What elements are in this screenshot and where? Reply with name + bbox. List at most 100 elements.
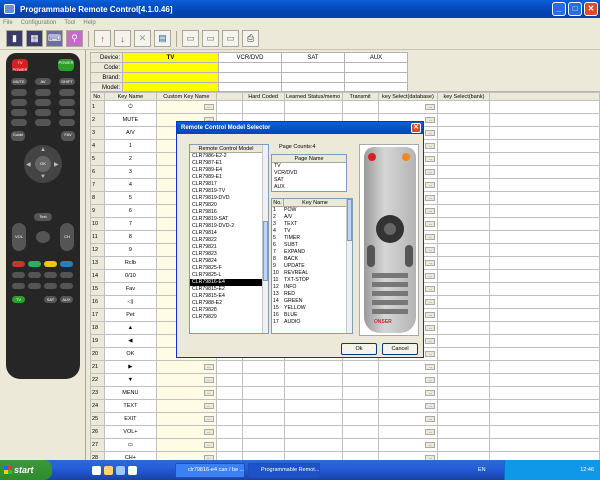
- hard-coded-cell[interactable]: [241, 451, 285, 460]
- menu-file[interactable]: File: [3, 20, 13, 26]
- key-list-item[interactable]: 12 INFO: [272, 284, 352, 291]
- model-list-item[interactable]: CLR79824: [190, 258, 268, 265]
- ellipsis-button[interactable]: ...: [425, 143, 436, 149]
- brand-field-tv[interactable]: [122, 72, 219, 83]
- key-list-item[interactable]: 4 TV: [272, 228, 352, 235]
- dialog-title-bar[interactable]: Remote Control Model Selector ✕: [177, 122, 423, 134]
- key-name-cell[interactable]: 8: [103, 230, 157, 244]
- transmit-cell[interactable]: [341, 438, 379, 452]
- power-icon[interactable]: [368, 153, 376, 161]
- transport-button[interactable]: [60, 283, 73, 289]
- key-list-item[interactable]: 13 RED: [272, 291, 352, 298]
- model-list-item[interactable]: CLR79814: [190, 230, 268, 237]
- key-select-bank-cell[interactable]: [437, 256, 491, 270]
- model-list-item[interactable]: CLR79815-E2: [190, 286, 268, 293]
- key-name-cell[interactable]: CH+: [103, 451, 157, 460]
- key-name-cell[interactable]: OK: [103, 347, 157, 361]
- key-list-item[interactable]: 9 UPDATE: [272, 263, 352, 270]
- code-field-vcr[interactable]: [218, 62, 282, 73]
- col-header[interactable]: Key Name: [103, 92, 157, 101]
- learned-status-cell[interactable]: [283, 438, 343, 452]
- guide-button[interactable]: Guide: [11, 131, 25, 141]
- ellipsis-button[interactable]: ...: [425, 182, 436, 188]
- hard-coded-cell[interactable]: [241, 386, 285, 400]
- model-scroll-thumb[interactable]: [263, 221, 268, 281]
- ellipsis-button[interactable]: ...: [203, 364, 214, 370]
- table-row[interactable]: 23 MENU......: [90, 386, 600, 400]
- key-select-database-cell[interactable]: ...: [377, 360, 439, 374]
- key-name-cell[interactable]: 1: [103, 139, 157, 153]
- left-arrow-icon[interactable]: ◀: [26, 161, 31, 168]
- tv-power-button[interactable]: TV POWER: [12, 59, 28, 72]
- key-select-bank-cell[interactable]: [437, 230, 491, 244]
- key-name-cell[interactable]: MUTE: [103, 113, 157, 127]
- key-select-bank-cell[interactable]: [437, 412, 491, 426]
- custom-key-name-cell[interactable]: ...: [155, 386, 217, 400]
- custom-key-name-cell[interactable]: ...: [155, 451, 217, 460]
- dialog-close-icon[interactable]: ✕: [411, 123, 421, 133]
- search-icon[interactable]: ⚲: [66, 30, 83, 47]
- model-list-item[interactable]: CLR7989-E4: [190, 167, 268, 174]
- learned-status-cell[interactable]: [283, 360, 343, 374]
- ellipsis-button[interactable]: ...: [425, 442, 436, 448]
- col-header[interactable]: key Select(bank): [437, 92, 491, 101]
- key-list-item[interactable]: 6 SUBT: [272, 242, 352, 249]
- key-select-bank-cell[interactable]: [437, 282, 491, 296]
- hard-coded-cell[interactable]: [241, 399, 285, 413]
- orange-key-icon[interactable]: [402, 153, 410, 161]
- up-arrow-icon[interactable]: ▲: [40, 147, 46, 153]
- key-name-cell[interactable]: MENU: [103, 386, 157, 400]
- edit-cell[interactable]: [215, 399, 243, 413]
- key-select-bank-cell[interactable]: [437, 243, 491, 257]
- ellipsis-button[interactable]: ...: [203, 104, 214, 110]
- edit-cell[interactable]: [215, 100, 243, 114]
- ellipsis-button[interactable]: ...: [425, 104, 436, 110]
- delete-icon[interactable]: ✕: [134, 30, 151, 47]
- key-list-item[interactable]: 5 TIMER: [272, 235, 352, 242]
- edit-cell[interactable]: [215, 438, 243, 452]
- key-select-bank-cell[interactable]: [437, 126, 491, 140]
- model-list-item[interactable]: CLR79829: [190, 314, 268, 321]
- digit-button[interactable]: [59, 99, 75, 106]
- brand-field-vcr[interactable]: [218, 72, 282, 83]
- device-tab-sat[interactable]: SAT: [281, 52, 345, 63]
- key-select-bank-cell[interactable]: [437, 165, 491, 179]
- model-list-item[interactable]: CLR7988-E2: [190, 300, 268, 307]
- device-tab-aux[interactable]: AUX: [344, 52, 408, 63]
- menu-tool[interactable]: Tool: [64, 20, 75, 26]
- key-name-cell[interactable]: ▶: [103, 360, 157, 374]
- model-list-item[interactable]: CLR7986-E2-2: [190, 153, 268, 160]
- key-name-cell[interactable]: 3: [103, 165, 157, 179]
- key-list-item[interactable]: 15 YELLOW: [272, 305, 352, 312]
- digit-button[interactable]: [11, 119, 27, 126]
- custom-key-name-cell[interactable]: ...: [155, 412, 217, 426]
- key-name-cell[interactable]: 9: [103, 243, 157, 257]
- key-select-database-cell[interactable]: ...: [377, 386, 439, 400]
- digit-button[interactable]: [35, 89, 51, 96]
- blue-button[interactable]: [60, 261, 73, 267]
- ellipsis-button[interactable]: ...: [425, 156, 436, 162]
- key-select-bank-cell[interactable]: [437, 373, 491, 387]
- ellipsis-button[interactable]: ...: [425, 234, 436, 240]
- key-select-bank-cell[interactable]: [437, 308, 491, 322]
- brand-field-aux[interactable]: [344, 72, 408, 83]
- page-list[interactable]: Page Name TV VCR/DVD SAT AUX: [271, 154, 347, 192]
- key-list-item[interactable]: 11 TXT-STOP: [272, 277, 352, 284]
- learned-status-cell[interactable]: [283, 386, 343, 400]
- remote-view-icon[interactable]: ▮: [6, 30, 23, 47]
- key-select-bank-cell[interactable]: [437, 100, 491, 114]
- close-button[interactable]: ✕: [584, 2, 598, 16]
- edit-cell[interactable]: [215, 360, 243, 374]
- digit-button[interactable]: [11, 89, 27, 96]
- hard-coded-cell[interactable]: [241, 412, 285, 426]
- key-name-cell[interactable]: TEXT: [103, 399, 157, 413]
- edit-cell[interactable]: [215, 412, 243, 426]
- custom-key-name-cell[interactable]: ...: [155, 100, 217, 114]
- key-select-bank-cell[interactable]: [437, 438, 491, 452]
- transport-button[interactable]: [28, 272, 41, 278]
- ellipsis-button[interactable]: ...: [425, 416, 436, 422]
- key-name-cell[interactable]: Pet: [103, 308, 157, 322]
- app-title-bar[interactable]: Programmable Remote Control[4.1.0.46] _ …: [0, 0, 600, 18]
- edit-cell[interactable]: [215, 386, 243, 400]
- key-name-cell[interactable]: 4: [103, 178, 157, 192]
